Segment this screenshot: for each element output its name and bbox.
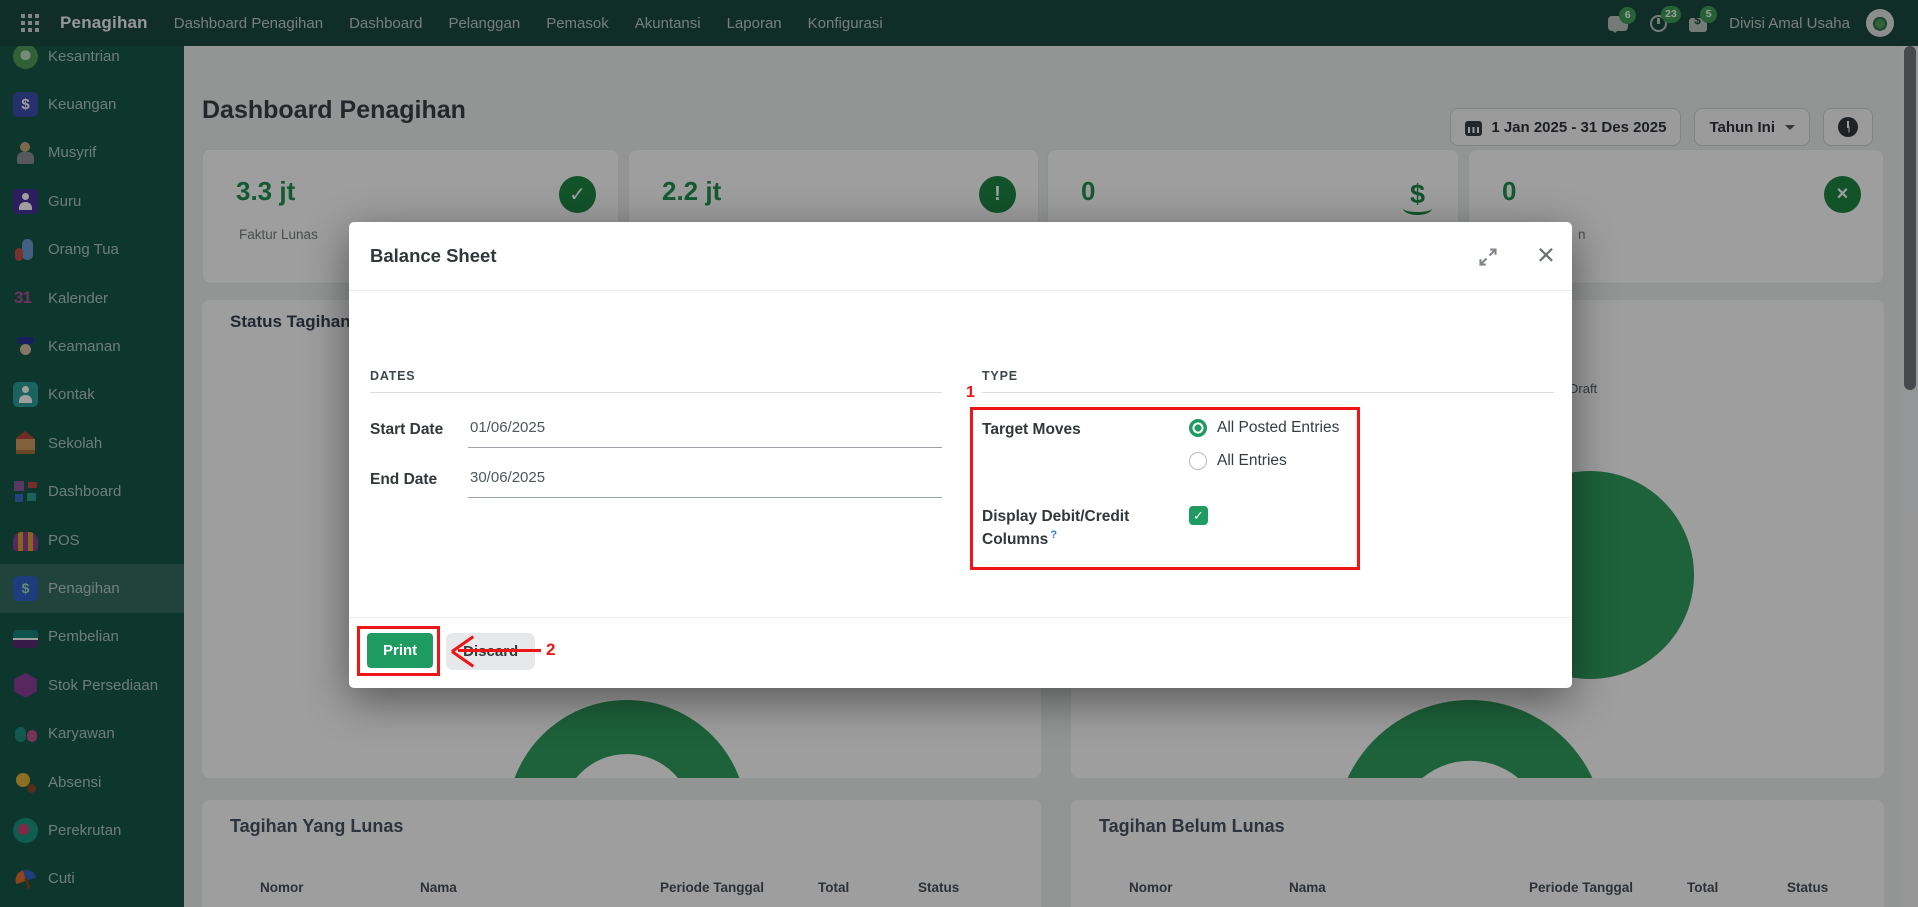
target-moves-label: Target Moves [982,419,1189,441]
help-icon[interactable]: ? [1050,529,1057,541]
dialog-title: Balance Sheet [370,245,496,267]
dialog-body: DATES Start Date End Date TYPE Target Mo… [349,291,1572,617]
radio-selected-icon[interactable] [1189,419,1207,437]
dates-column: DATES Start Date End Date [370,291,942,498]
target-moves-row: Target Moves All Posted Entries All Entr… [982,419,1554,470]
radio-all-posted-entries[interactable]: All Posted Entries [1189,419,1339,437]
end-date-row: End Date [370,469,942,498]
app-window: Penagihan Dashboard Penagihan Dashboard … [0,0,1918,907]
radio-all-entries[interactable]: All Entries [1189,452,1339,470]
expand-icon[interactable] [1478,247,1498,272]
type-column: TYPE Target Moves All Posted Entries All… [982,291,1554,551]
display-debit-credit-label: Display Debit/Credit Columns? [982,506,1189,551]
start-date-input[interactable] [468,419,942,448]
end-date-label: End Date [370,469,468,491]
dialog-footer: Print Discard [349,617,1572,688]
target-moves-options: All Posted Entries All Entries [1189,419,1339,470]
close-icon[interactable]: × [1537,233,1555,276]
debit-credit-checkbox[interactable]: ✓ [1189,506,1208,525]
dates-section-header: DATES [370,369,942,393]
end-date-input[interactable] [468,469,942,498]
radio-unselected-icon[interactable] [1189,452,1207,470]
type-section-header: TYPE [982,369,1554,393]
dialog-header: Balance Sheet × [349,222,1572,291]
start-date-label: Start Date [370,419,468,441]
discard-button[interactable]: Discard [446,633,535,670]
print-button[interactable]: Print [367,633,433,668]
balance-sheet-dialog: Balance Sheet × DATES Start Date End Dat… [349,222,1572,688]
start-date-row: Start Date [370,419,942,448]
display-debit-credit-row: Display Debit/Credit Columns? ✓ [982,506,1554,551]
